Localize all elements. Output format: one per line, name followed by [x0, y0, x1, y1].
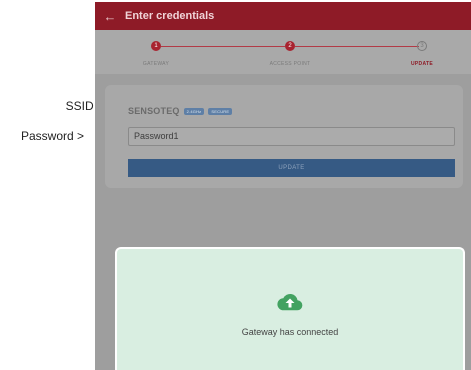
- app-bar: ← Enter credentials: [95, 2, 471, 30]
- step-label-access-point: ACCESS POINT: [269, 61, 311, 67]
- credentials-card: SENSOTEQ 2.4GHz SECURE Password1 UPDATE: [105, 85, 463, 188]
- security-badge: SECURE: [208, 107, 233, 115]
- step-dot-gateway: 1: [151, 41, 161, 51]
- frequency-badge: 2.4GHz: [183, 107, 205, 115]
- step-dot-access-point: 2: [285, 41, 295, 51]
- cloud-upload-icon: [277, 293, 303, 311]
- ssid-row: SENSOTEQ 2.4GHz SECURE: [128, 106, 233, 116]
- step-connector: [161, 46, 285, 47]
- page-title: Enter credentials: [125, 10, 215, 22]
- toast-message: Gateway has connected: [241, 327, 339, 337]
- step-label-gateway: GATEWAY: [142, 61, 170, 67]
- arrow-left-icon[interactable]: ←: [95, 9, 125, 24]
- password-field[interactable]: Password1: [128, 127, 455, 146]
- step-label-update: UPDATE: [411, 61, 433, 67]
- update-button[interactable]: UPDATE: [128, 159, 455, 177]
- step-connector: [295, 46, 419, 47]
- connection-toast: Gateway has connected: [115, 247, 465, 370]
- password-annotation: Password >: [20, 129, 84, 143]
- stepper: 1 2 3 GATEWAY ACCESS POINT UPDATE: [95, 30, 471, 74]
- step-dot-update: 3: [417, 41, 427, 51]
- ssid-name: SENSOTEQ: [128, 106, 180, 116]
